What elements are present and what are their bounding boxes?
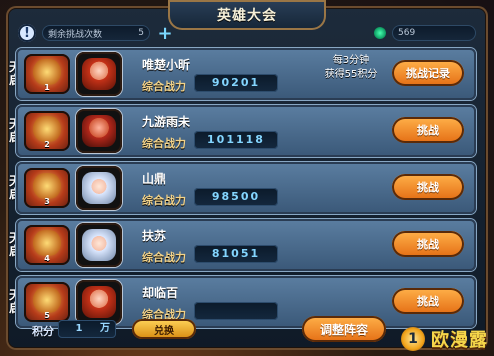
rank-badge: 2 [24,111,70,151]
avatar[interactable] [76,52,122,96]
exchange-button[interactable]: 兑换 [132,319,196,339]
currency-display: 569 [374,25,476,41]
reward-info: 每3分钟 获得55积分 [296,54,406,82]
laurel-icon [28,173,66,199]
reward-line-1: 每3分钟 [332,55,370,66]
watermark-logo: 1 [401,327,425,351]
power-box: 101118 [194,131,278,149]
watermark-text: 欧漫露 [431,330,488,351]
challenge-button[interactable]: 挑战 [392,231,464,257]
power-label: 综合战力 [142,251,186,264]
remaining-challenges-label: 剩余挑战次数 [48,29,103,40]
rank-badge: 4 [24,225,70,265]
opponent-name[interactable]: 扶苏 [142,227,166,244]
power-box: 98500 [194,188,278,206]
power-label: 综合战力 [142,194,186,207]
avatar[interactable] [76,109,122,153]
laurel-icon [28,116,66,142]
reward-line-2: 获得55积分 [324,69,378,80]
jade-coin-icon [374,27,386,39]
watermark-logo-text: 1 [408,331,418,347]
power-value: 81051 [211,247,261,260]
power-box: 81051 [194,245,278,263]
rank-badge: 3 [24,168,70,208]
currency-pill: 569 [392,25,476,41]
hero-red-hair-icon [82,286,116,318]
opponent-row: 3 山鼎 综合战力 98500 挑战 [16,162,476,214]
rank-badge: 1 [24,54,70,94]
rank-number: 2 [44,140,50,149]
laurel-icon [28,59,66,85]
rank-number: 1 [44,83,50,92]
hero-red-hair-icon [82,58,116,90]
remaining-challenges-value: 5 [138,28,144,38]
opponent-name[interactable]: 却临百 [142,284,178,301]
challenge-button[interactable]: 挑战 [392,288,464,314]
challenge-record-button[interactable]: 挑战记录 [392,60,464,86]
remaining-challenges-pill: 剩余挑战次数 5 [42,25,150,41]
challenge-button[interactable]: 挑战 [392,174,464,200]
adjust-lineup-button[interactable]: 调整阵容 [302,316,386,342]
opponent-name[interactable]: 唯楚小昕 [142,56,190,73]
window-title: 英雄大会 [217,8,277,24]
hero-white-hair-icon [82,172,116,204]
power-box: 90201 [194,74,278,92]
score-value: 1 [75,323,83,334]
power-value: 101118 [207,133,265,146]
power-value: 98500 [211,190,261,203]
rank-number: 4 [44,254,50,263]
currency-value: 569 [398,28,416,38]
opponent-name[interactable]: 山鼎 [142,170,166,187]
power-label: 综合战力 [142,137,186,150]
laurel-icon [28,230,66,256]
avatar[interactable] [76,166,122,210]
opponent-name[interactable]: 九游雨未 [142,113,190,130]
rank-number: 3 [44,197,50,206]
hero-arena-screen: 英雄大会 ! 剩余挑战次数 5 + 569 天 启 天 启 天 启 天 启 天 … [0,0,494,356]
hero-red-mask-icon [82,115,116,147]
score-label: 积分 [32,325,54,338]
hero-white-hair-icon [82,229,116,261]
laurel-icon [28,287,66,313]
opponent-list: 1 唯楚小昕 综合战力 90201 每3分钟 获得55积分 挑战记录 2 九游雨… [16,48,476,328]
opponent-row: 1 唯楚小昕 综合战力 90201 每3分钟 获得55积分 挑战记录 [16,48,476,100]
add-challenges-plus-icon[interactable]: + [156,23,174,44]
score-unit: 万 [100,323,110,334]
challenge-button[interactable]: 挑战 [392,117,464,143]
opponent-row: 4 扶苏 综合战力 81051 挑战 [16,219,476,271]
info-icon[interactable]: ! [18,24,36,42]
top-status-bar: ! 剩余挑战次数 5 + 569 [18,23,476,44]
avatar[interactable] [76,223,122,267]
watermark: 1 欧漫露 [401,326,488,352]
opponent-row: 2 九游雨未 综合战力 101118 挑战 [16,105,476,157]
power-label: 综合战力 [142,80,186,93]
power-value: 90201 [211,76,261,89]
score-box: 1 万 [58,320,116,338]
